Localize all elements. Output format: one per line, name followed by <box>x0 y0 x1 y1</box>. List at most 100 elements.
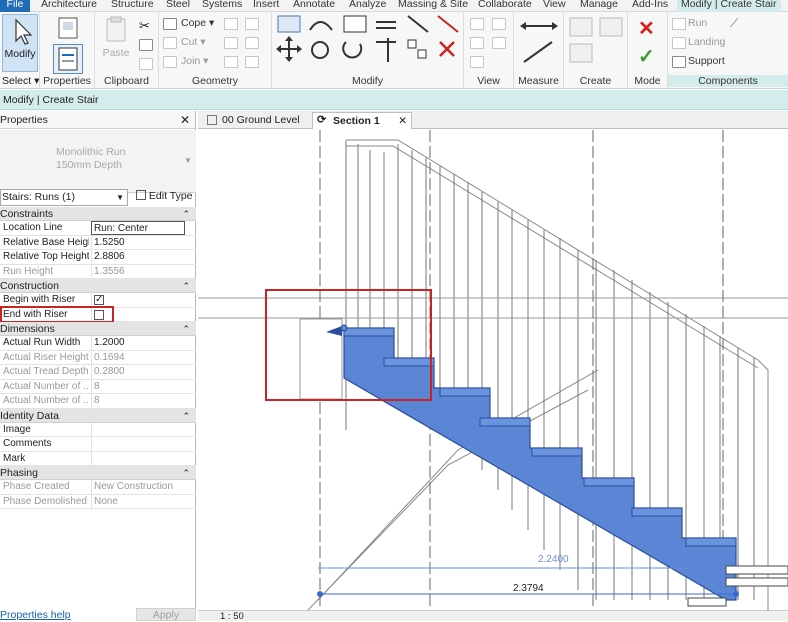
tab-annotate[interactable]: Annotate <box>293 0 335 12</box>
hide-bulb-icon[interactable] <box>470 18 484 30</box>
property-name: Actual Number of ... <box>3 395 89 406</box>
tab-architecture[interactable]: Architecture <box>41 0 97 12</box>
tab-ground-level[interactable]: 00 Ground Level <box>202 112 310 129</box>
geometry-tool-2-icon[interactable] <box>224 37 238 49</box>
section-view-icon: ⟳ <box>317 114 327 126</box>
properties-help-link[interactable]: Properties help <box>0 609 71 621</box>
tab-collaborate[interactable]: Collaborate <box>478 0 532 12</box>
property-value[interactable]: 1.2000 <box>91 336 185 350</box>
paste-button[interactable]: Paste <box>99 14 133 72</box>
match-properties-icon[interactable] <box>139 58 153 70</box>
instance-filter-select[interactable]: Stairs: Runs (1) ▼ <box>0 189 128 206</box>
collapse-icon[interactable]: ⌃ <box>182 409 190 423</box>
run-start-grip[interactable] <box>340 324 348 332</box>
section-dimensions[interactable]: Dimensions ⌃ <box>0 322 196 336</box>
property-name: Actual Tread Depth <box>3 366 89 377</box>
tab-steel[interactable]: Steel <box>166 0 190 12</box>
property-value[interactable] <box>91 422 185 437</box>
finish-edit-icon[interactable]: ✓ <box>638 44 655 69</box>
cancel-edit-icon[interactable]: ✕ <box>638 16 655 41</box>
properties-button[interactable] <box>53 44 83 74</box>
measure-group: Measure <box>514 12 564 89</box>
property-value: 0.1694 <box>91 350 185 365</box>
property-value[interactable]: Run: Center <box>91 221 185 235</box>
copy-icon[interactable] <box>139 39 153 51</box>
collapse-icon[interactable]: ⌃ <box>182 466 190 480</box>
geometry-tool-1-icon[interactable] <box>224 18 238 30</box>
drawing-canvas[interactable]: 2.2400 2.3794 <box>198 130 788 610</box>
close-icon[interactable]: ✕ <box>398 113 407 130</box>
view-tabs: 00 Ground Level ⟳ Section 1 ✕ <box>198 111 788 129</box>
property-value[interactable] <box>91 437 185 451</box>
section-construction[interactable]: Construction ⌃ <box>0 279 196 293</box>
close-icon[interactable]: ✕ <box>180 111 190 129</box>
view-tool-3-icon[interactable] <box>492 37 506 49</box>
tab-add-ins[interactable]: Add-Ins <box>632 0 668 12</box>
property-value[interactable] <box>91 451 185 466</box>
measure-icon[interactable] <box>514 12 564 72</box>
select-dropdown[interactable]: Select ▾ <box>2 75 39 87</box>
geometry-tool-6-icon[interactable] <box>245 56 259 68</box>
section-label: Constraints <box>0 208 54 220</box>
section-identity-data[interactable]: Identity Data ⌃ <box>0 408 196 423</box>
modify-label: Modify <box>4 48 36 60</box>
stair-tool-icon[interactable]: ⟋ <box>730 16 738 31</box>
tab-insert[interactable]: Insert <box>253 0 279 12</box>
geometry-tool-5-icon[interactable] <box>245 37 259 49</box>
context-bar: Modify | Create Stair <box>0 90 788 110</box>
property-name: Run Height <box>3 265 54 277</box>
support-button[interactable]: Support <box>688 55 725 67</box>
tab-systems[interactable]: Systems <box>202 0 242 12</box>
property-row: Run Height 1.3556 <box>0 264 196 279</box>
tab-section-1[interactable]: ⟳ Section 1 ✕ <box>312 112 412 129</box>
properties-title-bar: Properties ✕ <box>0 111 195 129</box>
tab-analyze[interactable]: Analyze <box>349 0 386 12</box>
tab-modify-create-stair[interactable]: Modify | Create Stair <box>677 0 781 12</box>
collapse-icon[interactable]: ⌃ <box>182 207 190 221</box>
section-phasing[interactable]: Phasing ⌃ <box>0 466 196 480</box>
landing-button[interactable]: Landing <box>688 36 725 48</box>
checkbox[interactable] <box>94 293 104 307</box>
type-properties-icon[interactable] <box>53 14 83 42</box>
join-icon <box>163 56 177 68</box>
create-icons[interactable] <box>564 12 628 72</box>
tab-manage[interactable]: Manage <box>580 0 618 12</box>
view-tool-2-icon[interactable] <box>492 18 506 30</box>
property-value: 8 <box>91 394 185 408</box>
property-name: Mark <box>3 452 26 464</box>
type-selector[interactable]: Monolithic Run 150mm Depth ▼ <box>0 130 196 193</box>
dimension-lower[interactable]: 2.3794 <box>317 583 739 597</box>
tab-file[interactable]: File <box>0 0 30 12</box>
scissors-icon[interactable]: ✂ <box>139 18 150 34</box>
section-constraints[interactable]: Constraints ⌃ <box>0 207 196 221</box>
view-scale[interactable]: 1 : 50 <box>220 611 244 622</box>
property-name: Actual Riser Height <box>3 351 89 363</box>
apply-button[interactable]: Apply <box>136 608 196 621</box>
paste-label: Paste <box>102 47 130 59</box>
tab-massing-site[interactable]: Massing & Site <box>398 0 468 12</box>
cope-button[interactable]: Cope ▾ <box>181 17 214 29</box>
geometry-tool-4-icon[interactable] <box>245 18 259 30</box>
modify-button[interactable]: Modify <box>2 14 38 72</box>
run-button[interactable]: Run <box>688 17 707 29</box>
geometry-group: Cope ▾ Cut ▾ Join ▾ Geometry <box>159 12 272 89</box>
override-icon[interactable] <box>470 37 484 49</box>
property-value[interactable]: 1.5250 <box>91 235 185 250</box>
tab-view[interactable]: View <box>543 0 566 12</box>
view-tool-icon[interactable] <box>470 56 484 68</box>
tab-structure[interactable]: Structure <box>111 0 154 12</box>
cursor-icon <box>15 18 33 45</box>
join-button[interactable]: Join ▾ <box>181 55 208 67</box>
edit-type-button[interactable]: Edit Type <box>136 190 193 202</box>
collapse-icon[interactable]: ⌃ <box>182 279 190 293</box>
geometry-tool-3-icon[interactable] <box>224 56 238 68</box>
property-row: End with Riser <box>0 305 196 323</box>
ribbon-panel: Modify Select ▾ Properties Paste ✂ Clipb… <box>0 12 788 89</box>
highlight-box <box>0 305 114 323</box>
collapse-icon[interactable]: ⌃ <box>182 322 190 336</box>
property-value[interactable]: 2.8806 <box>91 250 185 264</box>
property-name: Actual Run Width <box>3 337 81 348</box>
property-name: Image <box>3 423 31 435</box>
properties-icon <box>58 47 78 71</box>
cut-button[interactable]: Cut ▾ <box>181 36 206 48</box>
